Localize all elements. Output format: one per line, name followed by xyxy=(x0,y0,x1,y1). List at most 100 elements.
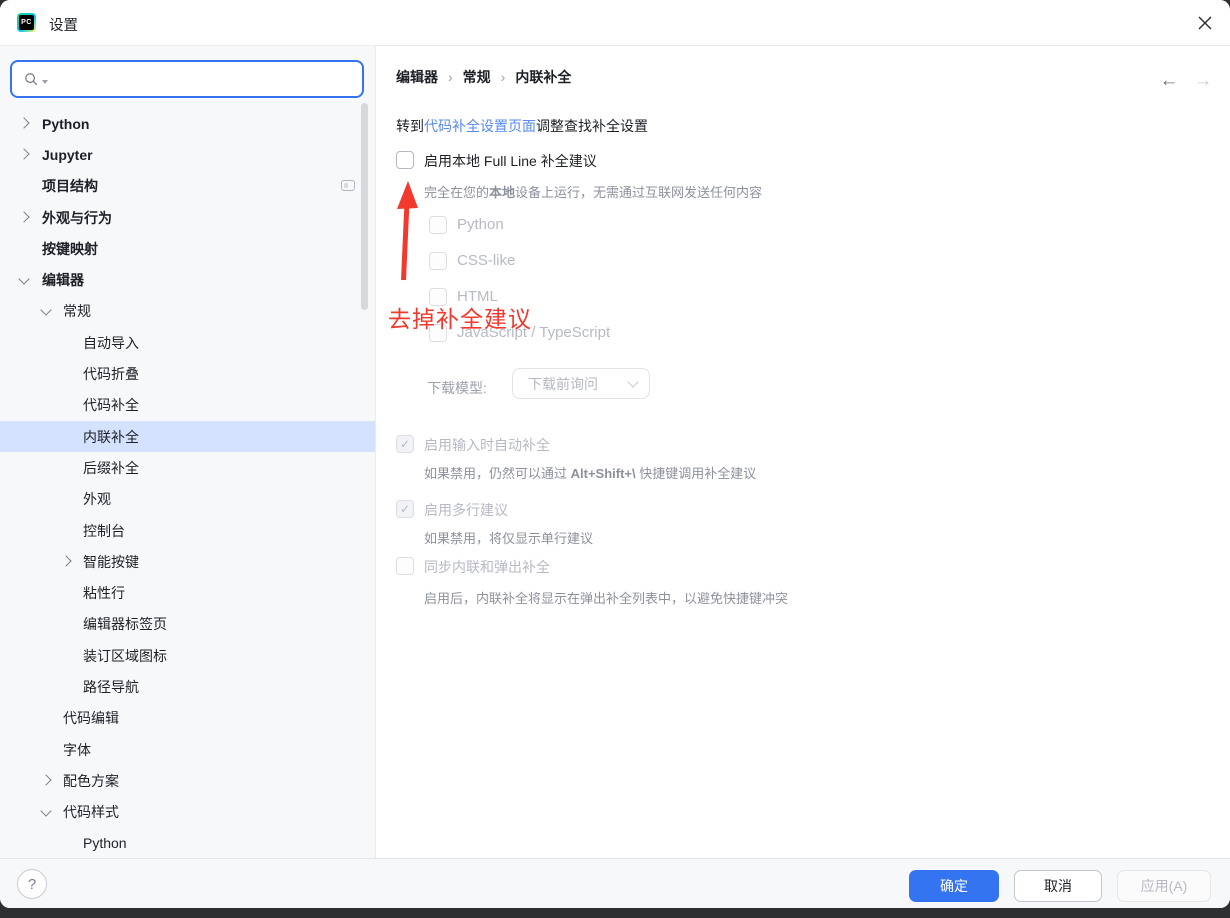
sidebar-item-label: 编辑器标签页 xyxy=(83,614,167,634)
sidebar-item-sticky-lines[interactable]: 粘性行 xyxy=(0,577,376,608)
sidebar-item-console[interactable]: 控制台 xyxy=(0,515,376,546)
close-button[interactable] xyxy=(1184,2,1226,44)
sidebar-item-label: 代码样式 xyxy=(63,802,119,822)
cancel-button[interactable]: 取消 xyxy=(1014,870,1102,902)
sidebar-item-color-scheme[interactable]: 配色方案 xyxy=(0,765,376,796)
sidebar-item-general[interactable]: 常规 xyxy=(0,296,376,327)
sidebar-item-breadcrumbs[interactable]: 路径导航 xyxy=(0,671,376,702)
sidebar-item-label: Python xyxy=(42,116,89,132)
back-arrow-icon[interactable]: ← xyxy=(1156,68,1182,94)
breadcrumb: 编辑器 › 常规 › 内联补全 xyxy=(396,67,571,87)
breadcrumb-separator-icon: › xyxy=(448,69,453,85)
ok-button[interactable]: 确定 xyxy=(909,870,999,902)
sidebar-item-label: 内联补全 xyxy=(83,427,139,447)
chevron-down-icon[interactable] xyxy=(40,805,51,816)
sidebar-item-code-completion[interactable]: 代码补全 xyxy=(0,390,376,421)
multiline-checkbox[interactable]: ✓ xyxy=(396,500,414,518)
auto-complete-row: ✓ 启用输入时自动补全 xyxy=(396,435,550,454)
sidebar-item-label: 代码补全 xyxy=(83,395,139,415)
sidebar-item-label: 字体 xyxy=(63,740,91,760)
sidebar-item-jupyter[interactable]: Jupyter xyxy=(0,139,376,170)
language-label: Python xyxy=(457,216,504,234)
chevron-down-icon[interactable] xyxy=(40,304,51,315)
pycharm-logo-icon: PC xyxy=(17,13,36,32)
goto-completion-settings-line: 转到代码补全设置页面调整查找补全设置 xyxy=(396,116,648,136)
settings-content: 编辑器 › 常规 › 内联补全 ← → 转到代码补全设置页面调整查找补全设置 启… xyxy=(377,46,1230,858)
chevron-right-icon[interactable] xyxy=(18,211,29,222)
sidebar-item-label: 按键映射 xyxy=(42,239,98,259)
sidebar-item-editor-tabs[interactable]: 编辑器标签页 xyxy=(0,609,376,640)
sidebar-item-label: 配色方案 xyxy=(63,771,119,791)
chevron-down-icon[interactable] xyxy=(18,273,29,284)
annotation-text: 去掉补全建议 xyxy=(388,300,532,334)
sidebar-item-code-folding[interactable]: 代码折叠 xyxy=(0,358,376,389)
full-line-label: 启用本地 Full Line 补全建议 xyxy=(424,151,597,170)
sidebar-item-inline-completion[interactable]: 内联补全 xyxy=(0,421,376,452)
chevron-right-icon[interactable] xyxy=(18,149,29,160)
breadcrumb-editor[interactable]: 编辑器 xyxy=(396,67,438,87)
code-completion-settings-link[interactable]: 代码补全设置页面 xyxy=(424,118,536,134)
sidebar-item-label: 常规 xyxy=(63,301,91,321)
breadcrumb-inline-completion: 内联补全 xyxy=(515,67,571,87)
close-icon xyxy=(1197,15,1213,31)
chevron-down-icon xyxy=(627,376,638,387)
sidebar-item-keymap[interactable]: 按键映射 xyxy=(0,233,376,264)
search-options-caret-icon xyxy=(42,80,48,84)
chevron-right-icon[interactable] xyxy=(18,117,29,128)
language-label: CSS-like xyxy=(457,252,515,270)
sidebar-item-project-structure[interactable]: 项目结构 xyxy=(0,171,376,202)
title-bar: PC 设置 xyxy=(0,0,1230,46)
sidebar-item-code-style-python[interactable]: Python xyxy=(0,828,376,858)
chevron-right-icon[interactable] xyxy=(60,556,71,567)
dialog-footer: ? 确定 取消 应用(A) xyxy=(0,858,1230,908)
sidebar-item-label: 项目结构 xyxy=(42,176,98,196)
sidebar-item-appearance[interactable]: 外观 xyxy=(0,484,376,515)
sidebar-item-code-editing[interactable]: 代码编辑 xyxy=(0,703,376,734)
full-line-row: 启用本地 Full Line 补全建议 xyxy=(396,151,597,170)
sync-popup-checkbox[interactable] xyxy=(396,557,414,575)
settings-sidebar: Python Jupyter 项目结构外观与行为按键映射编辑器常规自动导入代码折叠代… xyxy=(0,46,376,858)
sidebar-scrollbar[interactable] xyxy=(361,103,368,310)
multiline-label: 启用多行建议 xyxy=(424,500,508,519)
annotation-arrow-icon xyxy=(385,180,425,288)
sidebar-item-label: Jupyter xyxy=(42,147,93,163)
sync-popup-label: 同步内联和弹出补全 xyxy=(424,557,550,576)
full-line-checkbox[interactable] xyxy=(396,151,414,169)
sidebar-item-label: 后缀补全 xyxy=(83,458,139,478)
sidebar-item-label: 代码折叠 xyxy=(83,364,139,384)
question-mark-icon: ? xyxy=(28,876,36,893)
language-row-css-like: CSS-like xyxy=(429,252,515,270)
sync-popup-description: 启用后，内联补全将显示在弹出补全列表中，以避免快捷键冲突 xyxy=(424,588,788,607)
auto-complete-checkbox[interactable]: ✓ xyxy=(396,435,414,453)
full-line-description: 完全在您的本地设备上运行，无需通过互联网发送任何内容 xyxy=(424,182,762,201)
sidebar-item-label: 智能按键 xyxy=(83,552,139,572)
sidebar-item-label: 外观与行为 xyxy=(42,208,112,228)
sidebar-item-appearance-behavior[interactable]: 外观与行为 xyxy=(0,202,376,233)
language-row-python: Python xyxy=(429,216,504,234)
settings-tree: Python Jupyter 项目结构外观与行为按键映射编辑器常规自动导入代码折叠代… xyxy=(0,108,376,858)
sidebar-item-label: 编辑器 xyxy=(42,270,84,290)
sidebar-item-code-style[interactable]: 代码样式 xyxy=(0,797,376,828)
language-checkbox-css-like[interactable] xyxy=(429,252,447,270)
sidebar-item-editor[interactable]: 编辑器 xyxy=(0,264,376,295)
dialog-title: 设置 xyxy=(49,14,78,35)
forward-arrow-icon: → xyxy=(1190,68,1216,94)
sidebar-item-label: 装订区域图标 xyxy=(83,646,167,666)
sidebar-item-smart-keys[interactable]: 智能按键 xyxy=(0,546,376,577)
sidebar-item-gutter-icons[interactable]: 装订区域图标 xyxy=(0,640,376,671)
breadcrumb-general[interactable]: 常规 xyxy=(463,67,491,87)
sidebar-item-label: 控制台 xyxy=(83,521,125,541)
sidebar-item-auto-import[interactable]: 自动导入 xyxy=(0,327,376,358)
sidebar-item-label: 外观 xyxy=(83,489,111,509)
sidebar-item-label: Python xyxy=(83,835,127,851)
download-model-value: 下载前询问 xyxy=(528,374,629,394)
chevron-right-icon[interactable] xyxy=(40,775,51,786)
download-model-select[interactable]: 下载前询问 xyxy=(512,368,650,399)
sidebar-item-label: 代码编辑 xyxy=(63,708,119,728)
help-button[interactable]: ? xyxy=(17,869,47,899)
settings-search-input[interactable] xyxy=(10,60,364,98)
sidebar-item-python[interactable]: Python xyxy=(0,108,376,139)
language-checkbox-python[interactable] xyxy=(429,216,447,234)
sidebar-item-font[interactable]: 字体 xyxy=(0,734,376,765)
sidebar-item-postfix-completion[interactable]: 后缀补全 xyxy=(0,452,376,483)
